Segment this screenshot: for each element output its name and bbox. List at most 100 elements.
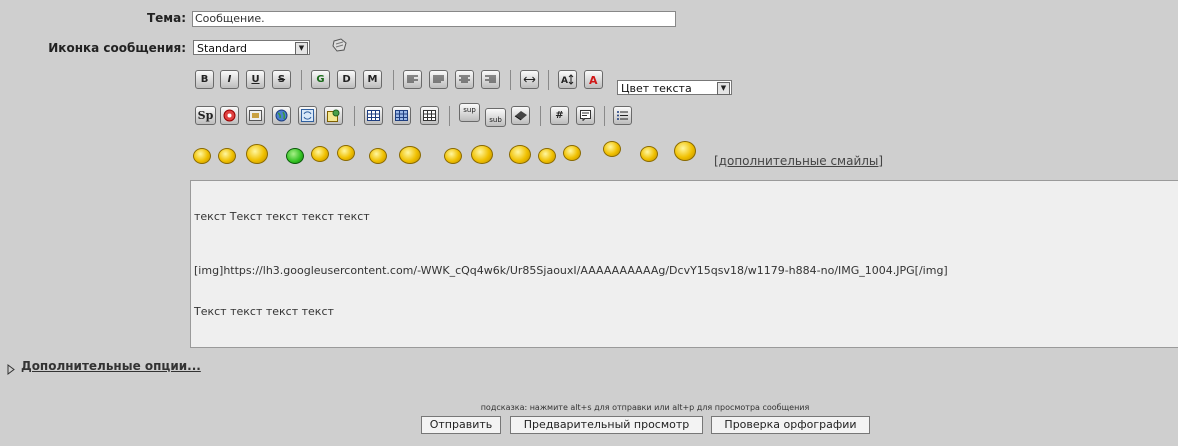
more-smilies-link[interactable]: [дополнительные смайлы] bbox=[714, 154, 883, 168]
smiley-cool-icon[interactable] bbox=[640, 146, 658, 162]
quote-button[interactable] bbox=[576, 106, 595, 125]
smiley-cry-icon[interactable] bbox=[563, 145, 581, 161]
italic-label: I bbox=[227, 74, 232, 85]
table-row-button[interactable] bbox=[392, 106, 411, 125]
underline-label: U bbox=[251, 74, 260, 85]
globe-icon bbox=[275, 109, 288, 122]
d-button[interactable]: D bbox=[337, 70, 356, 89]
italic-button[interactable]: I bbox=[220, 70, 239, 89]
image-button[interactable] bbox=[246, 106, 265, 125]
subscript-label: sub bbox=[489, 116, 502, 124]
text-color-button[interactable]: A bbox=[584, 70, 603, 89]
align-justify-button[interactable] bbox=[429, 70, 448, 89]
smiley-grin-icon[interactable] bbox=[218, 148, 236, 164]
quote-icon bbox=[580, 110, 591, 121]
smiley-green-icon[interactable] bbox=[286, 148, 304, 164]
smiley-thumbs-up-icon[interactable] bbox=[471, 145, 493, 164]
message-icon-select-value: Standard bbox=[197, 42, 248, 55]
list-button[interactable] bbox=[613, 106, 632, 125]
eraser-icon bbox=[514, 111, 527, 121]
smiley-shock-icon[interactable] bbox=[538, 148, 556, 164]
spoiler-button[interactable]: Sp bbox=[195, 106, 216, 125]
smiley-clap-icon[interactable] bbox=[509, 145, 531, 164]
bold-button[interactable]: B bbox=[195, 70, 214, 89]
horizontal-rule-button[interactable] bbox=[520, 70, 539, 89]
keyboard-hint: подсказка: нажмите alt+s для отправки ил… bbox=[480, 403, 810, 412]
code-label: # bbox=[555, 110, 564, 121]
editor-line: текст Текст текст текст текст bbox=[194, 210, 370, 223]
smiley-wave-icon[interactable] bbox=[674, 141, 696, 161]
m-button[interactable]: M bbox=[363, 70, 382, 89]
smiley-sad-icon[interactable] bbox=[337, 145, 355, 161]
table-row-icon bbox=[395, 110, 408, 121]
submit-button[interactable]: Отправить bbox=[421, 416, 501, 434]
subscript-button[interactable]: sub bbox=[485, 108, 506, 127]
toolbar-divider bbox=[301, 70, 302, 90]
flash-button[interactable] bbox=[220, 106, 239, 125]
smiley-think-icon[interactable] bbox=[603, 141, 621, 157]
smiley-laugh-icon[interactable] bbox=[246, 144, 268, 164]
toolbar-divider bbox=[604, 106, 605, 126]
align-right-icon bbox=[485, 75, 496, 83]
toolbar-divider bbox=[548, 70, 549, 90]
subject-input[interactable]: Сообщение. bbox=[192, 11, 676, 27]
editor-line: Текст текст текст текст bbox=[194, 305, 334, 318]
message-icon-label: Иконка сообщения: bbox=[48, 41, 186, 55]
expand-triangle-icon[interactable] bbox=[7, 360, 15, 379]
chevron-down-icon: ▼ bbox=[295, 42, 308, 55]
spellcheck-button[interactable]: Проверка орфографии bbox=[711, 416, 870, 434]
g-button[interactable]: G bbox=[311, 70, 330, 89]
m-label: M bbox=[367, 74, 378, 85]
g-label: G bbox=[316, 74, 325, 85]
email-button[interactable] bbox=[298, 106, 317, 125]
font-size-button[interactable]: A bbox=[558, 70, 577, 89]
preview-button[interactable]: Предварительный просмотр bbox=[510, 416, 703, 434]
strike-label: S bbox=[277, 74, 286, 85]
text-color-select-value: Цвет текста bbox=[621, 82, 692, 95]
table-button[interactable] bbox=[364, 106, 383, 125]
align-justify-icon bbox=[433, 75, 444, 83]
message-editor[interactable]: текст Текст текст текст текст [img]https… bbox=[190, 180, 1178, 348]
svg-text:A: A bbox=[589, 74, 598, 85]
strike-button[interactable]: S bbox=[272, 70, 291, 89]
attach-icon bbox=[327, 109, 340, 122]
code-button[interactable]: # bbox=[550, 106, 569, 125]
message-icon-select[interactable]: Standard ▼ bbox=[193, 40, 310, 55]
smiley-blink-icon[interactable] bbox=[369, 148, 387, 164]
link-button[interactable] bbox=[272, 106, 291, 125]
smiley-neutral-icon[interactable] bbox=[444, 148, 462, 164]
chevron-down-icon: ▼ bbox=[717, 82, 730, 95]
bold-label: B bbox=[200, 74, 209, 85]
text-color-select[interactable]: Цвет текста ▼ bbox=[617, 80, 732, 95]
additional-options-link[interactable]: Дополнительные опции... bbox=[21, 359, 201, 373]
toolbar-divider bbox=[393, 70, 394, 90]
message-icon-preview-icon bbox=[332, 37, 348, 56]
attach-button[interactable] bbox=[324, 106, 343, 125]
smiley-wink-icon[interactable] bbox=[193, 148, 211, 164]
smiley-surprised-icon[interactable] bbox=[311, 146, 329, 162]
superscript-label: sup bbox=[463, 106, 476, 114]
subject-label: Тема: bbox=[146, 11, 186, 25]
align-right-button[interactable] bbox=[481, 70, 500, 89]
table-cell-button[interactable] bbox=[420, 106, 439, 125]
align-center-button[interactable] bbox=[455, 70, 474, 89]
underline-button[interactable]: U bbox=[246, 70, 265, 89]
list-icon bbox=[617, 111, 628, 120]
smiley-hands-icon[interactable] bbox=[399, 146, 421, 164]
eraser-button[interactable] bbox=[511, 106, 530, 125]
d-label: D bbox=[342, 74, 351, 85]
toolbar-divider bbox=[354, 106, 355, 126]
align-left-button[interactable] bbox=[403, 70, 422, 89]
svg-text:A: A bbox=[561, 76, 568, 85]
image-icon bbox=[249, 110, 262, 121]
toolbar-divider bbox=[540, 106, 541, 126]
refresh-icon bbox=[301, 109, 314, 122]
toolbar-divider bbox=[449, 106, 450, 126]
table-icon bbox=[367, 110, 380, 121]
superscript-button[interactable]: sup bbox=[459, 103, 480, 122]
font-size-icon: A bbox=[561, 74, 574, 85]
align-left-icon bbox=[407, 75, 418, 83]
table-cell-icon bbox=[423, 110, 436, 121]
horizontal-arrows-icon bbox=[523, 76, 536, 83]
spoiler-label: Sp bbox=[197, 109, 214, 122]
